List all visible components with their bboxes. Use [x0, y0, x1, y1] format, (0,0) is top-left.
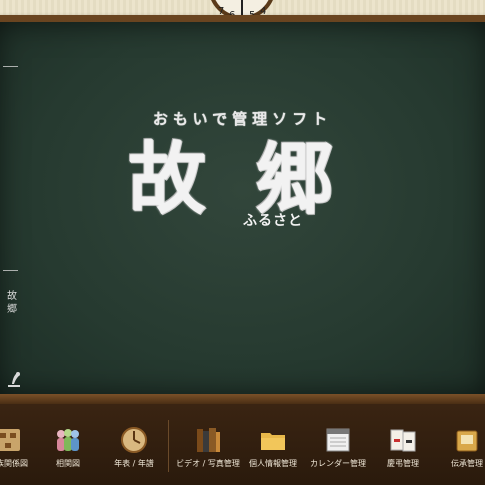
taskbar-item-label: 慶弔管理: [387, 459, 419, 468]
chalkboard: [0, 22, 485, 396]
taskbar-item-label: 伝承管理: [451, 459, 483, 468]
box-icon: [456, 430, 478, 452]
taskbar-item-relationship[interactable]: 相関図: [33, 425, 103, 469]
taskbar-item-tradition[interactable]: 伝承管理: [432, 425, 485, 469]
title-kanji-1: 故: [128, 134, 209, 225]
folder-icon: [261, 433, 285, 450]
calendar-icon: [326, 428, 350, 452]
chalk-mark: [3, 270, 18, 271]
gramophone-icon[interactable]: [5, 370, 23, 388]
taskbar-item-label: カレンダー管理: [310, 459, 366, 468]
app-subtitle: おもいで管理ソフト: [152, 110, 333, 128]
taskbar-item-video-photo[interactable]: ビデオ / 写真管理: [173, 425, 243, 469]
family-tree-icon: [0, 429, 20, 451]
books-icon: [197, 428, 220, 452]
taskbar-item-label: ビデオ / 写真管理: [176, 459, 240, 468]
compass-clock-icon: [121, 427, 147, 453]
taskbar-item-personal-info[interactable]: 個人情報管理: [238, 425, 308, 469]
taskbar-item-ceremony[interactable]: 慶弔管理: [368, 425, 438, 469]
chalk-mark: [3, 66, 18, 67]
title-kanji-2: 郷: [255, 134, 336, 225]
taskbar-item-calendar[interactable]: カレンダー管理: [303, 425, 373, 469]
side-label: 故郷: [7, 291, 17, 315]
taskbar-item-label: 年表 / 年譜: [114, 459, 154, 468]
taskbar-item-label: 相関図: [56, 459, 80, 468]
taskbar-item-label: 個人情報管理: [249, 459, 297, 468]
envelope-icon: [390, 429, 416, 452]
taskbar-item-chronology[interactable]: 年表 / 年譜: [99, 425, 169, 469]
title-ruby: ふるさと: [243, 213, 303, 229]
chalk-tray: [0, 394, 485, 404]
people-icon: [57, 429, 79, 451]
